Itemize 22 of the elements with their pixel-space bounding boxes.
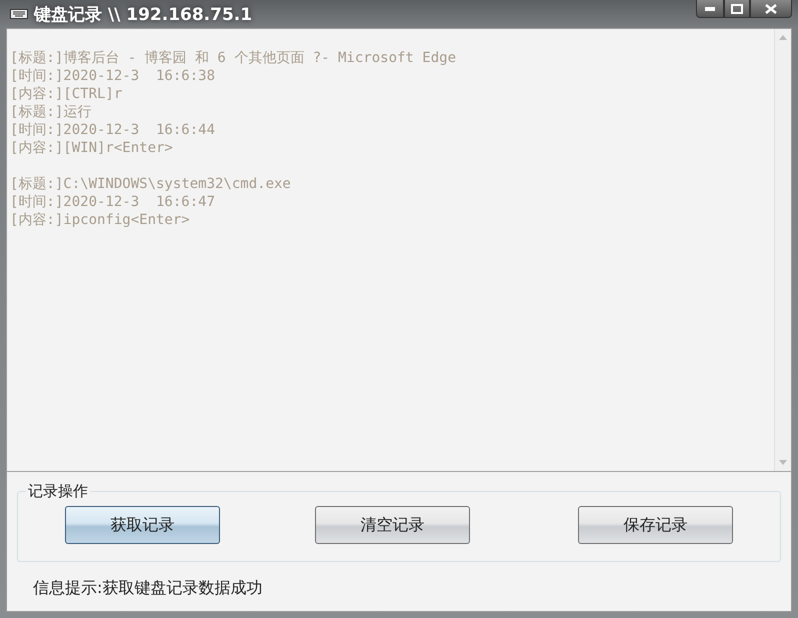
action-button[interactable]: 清空记录 — [315, 506, 470, 544]
log-line: [内容:][CTRL]r — [10, 85, 124, 103]
keyboard-icon — [10, 9, 28, 19]
action-button[interactable]: 获取记录 — [65, 506, 220, 544]
log-line: [标题:]C:\WINDOWS\system32\cmd.exe — [10, 175, 292, 193]
minimize-icon — [705, 6, 715, 10]
close-icon — [765, 4, 777, 14]
window-title: 键盘记录 \\ 192.168.75.1 — [34, 4, 252, 26]
status-message: 信息提示:获取键盘记录数据成功 — [33, 578, 264, 599]
log-line: [标题:]博客后台 - 博客园 和 6 个其他页面 ?- Microsoft Edge — [10, 49, 458, 67]
log-line: [标题:]运行 — [10, 103, 92, 121]
log-line: [时间:]2020-12-3 16:6:38 — [10, 67, 216, 85]
minimize-button[interactable] — [696, 0, 724, 18]
maximize-icon — [731, 4, 743, 14]
log-line: [内容:][WIN]r<Enter> — [10, 139, 174, 157]
log-line: [时间:]2020-12-3 16:6:47 — [10, 193, 216, 211]
group-title: 记录操作 — [27, 482, 89, 501]
close-button[interactable] — [750, 0, 792, 18]
action-button[interactable]: 保存记录 — [578, 506, 733, 544]
log-line: [时间:]2020-12-3 16:6:44 — [10, 121, 216, 139]
log-line: [内容:]ipconfig<Enter> — [10, 211, 191, 229]
maximize-button[interactable] — [724, 0, 750, 18]
